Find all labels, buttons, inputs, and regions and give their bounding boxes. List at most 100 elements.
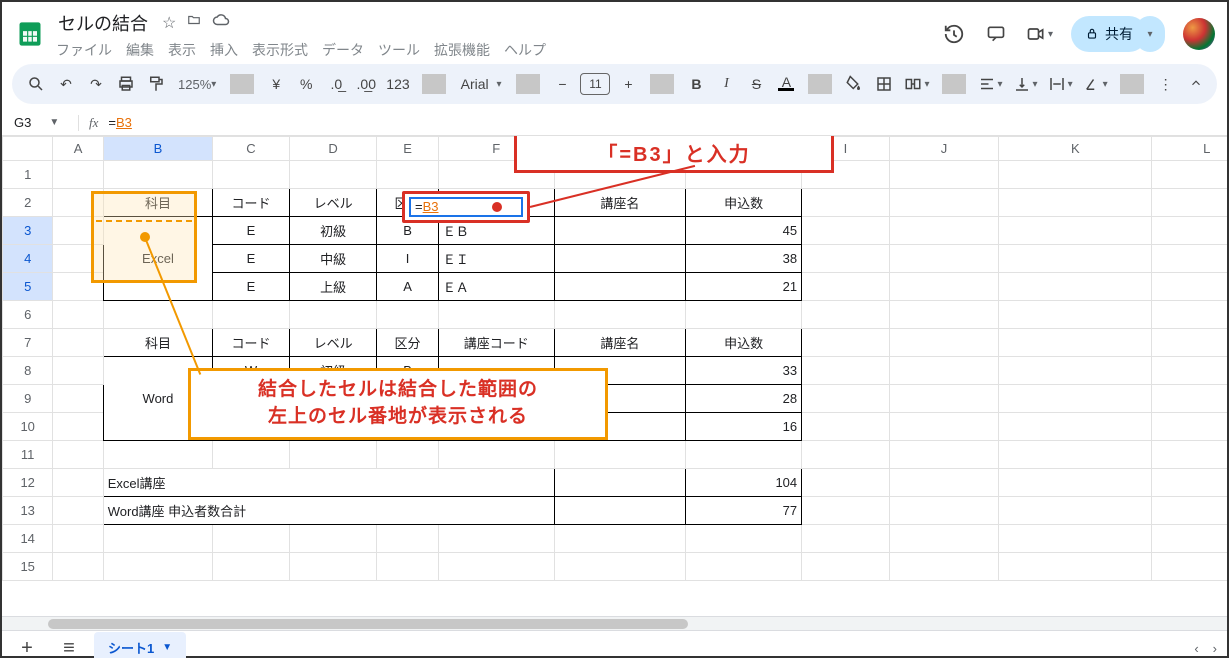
zoom-select[interactable]: 125% ▾ [174, 70, 220, 98]
cell[interactable]: E [213, 245, 290, 273]
cell[interactable]: ＥＡ [438, 273, 554, 301]
scrollbar-thumb[interactable] [48, 619, 688, 629]
col-header[interactable]: E [377, 137, 438, 161]
name-box-dropdown-icon[interactable]: ▼ [49, 117, 59, 128]
font-select[interactable]: Arial ▾ [456, 70, 507, 98]
spreadsheet-grid[interactable]: A B C D E F G H I J K L 1 2 科目 コード レベル 区… [2, 136, 1227, 581]
row-header[interactable]: 11 [3, 441, 53, 469]
bold-icon[interactable]: B [684, 70, 708, 98]
comment-icon[interactable] [984, 22, 1008, 46]
row-header[interactable]: 13 [3, 497, 53, 525]
cell[interactable]: 33 [686, 357, 802, 385]
menu-help[interactable]: ヘルプ [504, 40, 546, 60]
cell[interactable]: 104 [686, 469, 802, 497]
menu-file[interactable]: ファイル [56, 40, 112, 60]
col-header[interactable]: B [103, 137, 212, 161]
rotate-icon[interactable]: ▾ [1081, 70, 1110, 98]
row-header[interactable]: 1 [3, 161, 53, 189]
cell[interactable]: コード [213, 329, 290, 357]
paint-format-icon[interactable] [144, 70, 168, 98]
cell[interactable]: A [377, 273, 438, 301]
borders-icon[interactable] [872, 70, 896, 98]
col-header[interactable]: K [999, 137, 1152, 161]
cell-active[interactable] [554, 217, 685, 245]
cell-merged[interactable]: Excel [103, 217, 212, 301]
cell[interactable] [438, 385, 554, 413]
col-header[interactable]: I [802, 137, 890, 161]
menu-tools[interactable]: ツール [378, 40, 420, 60]
sheet-tab-menu-icon[interactable]: ▼ [162, 642, 172, 653]
menu-insert[interactable]: 挿入 [210, 40, 238, 60]
formula-input[interactable]: =B3 [108, 115, 132, 130]
cell[interactable]: 申込数 [686, 189, 802, 217]
star-icon[interactable]: ☆ [162, 13, 176, 33]
fill-color-icon[interactable] [842, 70, 866, 98]
cloud-icon[interactable] [212, 13, 230, 33]
print-icon[interactable] [114, 70, 138, 98]
meet-icon[interactable]: ▾ [1026, 22, 1053, 46]
cell[interactable]: ＥＩ [438, 245, 554, 273]
col-header[interactable]: D [289, 137, 377, 161]
cell[interactable]: 16 [686, 413, 802, 441]
font-size-increase[interactable]: + [616, 70, 640, 98]
col-header[interactable]: F [438, 137, 554, 161]
cell[interactable] [213, 385, 290, 413]
cell[interactable]: 講座コード [438, 329, 554, 357]
col-header[interactable]: G [554, 137, 685, 161]
italic-icon[interactable]: I [714, 70, 738, 98]
cell[interactable] [554, 273, 685, 301]
cell[interactable] [554, 357, 685, 385]
cell[interactable]: Excel講座 [103, 469, 554, 497]
history-icon[interactable] [942, 22, 966, 46]
account-avatar[interactable] [1183, 18, 1215, 50]
col-header[interactable]: H [686, 137, 802, 161]
redo-icon[interactable]: ↷ [84, 70, 108, 98]
number-format[interactable]: 123 [384, 70, 411, 98]
font-size-decrease[interactable]: − [550, 70, 574, 98]
row-header[interactable]: 6 [3, 301, 53, 329]
merge-icon[interactable]: ▾ [902, 70, 931, 98]
row-header[interactable]: 10 [3, 413, 53, 441]
cell[interactable]: E [213, 273, 290, 301]
menu-data[interactable]: データ [322, 40, 364, 60]
name-box[interactable]: G3 ▼ [8, 115, 78, 130]
row-header[interactable]: 5 [3, 273, 53, 301]
cell[interactable]: 科目 [103, 189, 212, 217]
cell[interactable] [554, 469, 685, 497]
menu-format[interactable]: 表示形式 [252, 40, 308, 60]
row-header[interactable]: 14 [3, 525, 53, 553]
move-icon[interactable] [186, 13, 202, 33]
search-icon[interactable] [24, 70, 48, 98]
decrease-decimal-icon[interactable]: .0̲ [324, 70, 348, 98]
row-header[interactable]: 12 [3, 469, 53, 497]
cell[interactable]: 28 [686, 385, 802, 413]
select-all-corner[interactable] [3, 137, 53, 161]
cell[interactable] [554, 497, 685, 525]
increase-decimal-icon[interactable]: .0̲0 [354, 70, 378, 98]
tab-scroll-left-icon[interactable]: ‹ [1194, 641, 1198, 656]
cell[interactable]: 科目 [103, 329, 212, 357]
cell[interactable]: コード [213, 189, 290, 217]
tab-scroll-right-icon[interactable]: › [1213, 641, 1217, 656]
horizontal-scrollbar[interactable] [2, 616, 1227, 630]
cell[interactable] [377, 413, 438, 441]
text-color-icon[interactable]: A [774, 70, 798, 98]
cell[interactable]: 申込数 [686, 329, 802, 357]
menu-extensions[interactable]: 拡張機能 [434, 40, 490, 60]
row-header[interactable]: 9 [3, 385, 53, 413]
v-align-icon[interactable]: ▾ [1011, 70, 1040, 98]
cell[interactable] [554, 245, 685, 273]
row-header[interactable]: 4 [3, 245, 53, 273]
cell[interactable]: B [377, 217, 438, 245]
cell[interactable]: 区分 [377, 189, 438, 217]
cell[interactable] [213, 413, 290, 441]
cell[interactable]: レベル [289, 329, 377, 357]
sheets-logo[interactable] [14, 14, 46, 54]
row-header[interactable]: 15 [3, 553, 53, 581]
col-header[interactable]: L [1152, 137, 1227, 161]
cell[interactable] [438, 357, 554, 385]
cell[interactable]: 講座名 [554, 189, 685, 217]
cell[interactable]: 初級 [289, 357, 377, 385]
add-sheet-button[interactable]: + [10, 634, 44, 658]
cell[interactable] [377, 385, 438, 413]
